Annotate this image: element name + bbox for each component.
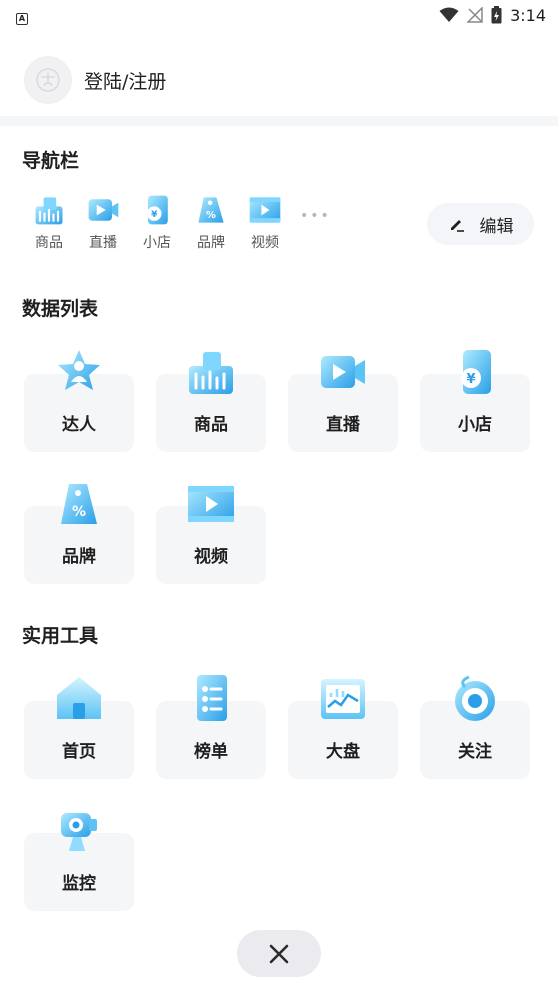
shop-yen-icon: ¥: [147, 195, 168, 225]
tool-card-label: 大盘: [326, 742, 360, 762]
shopping-bags-icon: [189, 352, 233, 394]
live-video-icon: [321, 356, 365, 388]
pencil-icon: [450, 220, 464, 232]
app-screen: A 3:14 登陆/注册 导航栏 商品 直播 ¥ 小店 % 品牌 视频 ••• …: [0, 0, 558, 992]
shopping-bags-icon: [35, 197, 63, 225]
tool-card-label: 首页: [62, 742, 96, 762]
close-icon: [269, 944, 289, 963]
tool-card-label: 榜单: [194, 742, 228, 762]
video-film-icon: [249, 197, 281, 223]
tool-card-monitor[interactable]: 监控: [24, 813, 134, 911]
data-card-label: 小店: [458, 415, 492, 435]
status-right: 3:14: [439, 6, 546, 25]
tool-card-label: 监控: [62, 874, 96, 894]
battery-charging-icon: [491, 6, 502, 24]
wifi-icon: [439, 7, 459, 22]
edit-button[interactable]: 编辑: [427, 203, 534, 245]
no-signal-icon: [467, 7, 483, 23]
nav-item-goods[interactable]: 商品: [22, 192, 76, 252]
more-dots-icon[interactable]: •••: [300, 208, 331, 224]
market-chart-icon: [321, 679, 365, 719]
tools-section-title: 实用工具: [22, 625, 99, 647]
nav-item-label: 小店: [143, 235, 171, 251]
tool-card-label: 关注: [458, 742, 492, 762]
brand-tag-icon: %: [61, 484, 97, 524]
login-row[interactable]: 登陆/注册: [0, 50, 558, 110]
data-card-brand[interactable]: % 品牌: [24, 484, 134, 584]
svg-text:¥: ¥: [151, 210, 158, 220]
nav-item-live[interactable]: 直播: [76, 192, 130, 252]
nav-item-label: 直播: [89, 235, 117, 251]
data-list-section-title: 数据列表: [22, 298, 99, 320]
status-left: A: [16, 6, 28, 25]
data-card-label: 品牌: [62, 547, 96, 567]
data-card-shop[interactable]: ¥ 小店: [420, 350, 530, 452]
nav-item-video[interactable]: 视频: [238, 192, 292, 252]
nav-item-label: 品牌: [197, 235, 225, 251]
live-video-icon: [88, 199, 119, 221]
close-button[interactable]: [237, 930, 321, 977]
svg-text:%: %: [206, 210, 216, 221]
status-bar: A 3:14: [0, 0, 558, 30]
tool-card-ranking[interactable]: 榜单: [156, 675, 266, 779]
data-card-label: 直播: [326, 415, 360, 435]
video-film-icon: [188, 486, 234, 522]
data-card-video[interactable]: 视频: [156, 486, 266, 584]
nav-item-label: 商品: [35, 235, 63, 251]
brand-tag-icon: %: [198, 197, 224, 223]
avatar[interactable]: [24, 56, 72, 104]
data-card-label: 视频: [194, 547, 228, 567]
status-time: 3:14: [510, 5, 546, 25]
login-register-link[interactable]: 登陆/注册: [84, 67, 166, 94]
notification-a-icon: A: [16, 12, 28, 25]
avatar-placeholder-icon: [36, 68, 60, 92]
follow-target-icon: [455, 675, 495, 721]
data-card-goods[interactable]: 商品: [156, 352, 266, 452]
nav-shortcuts: 商品 直播 ¥ 小店 % 品牌 视频 •••: [22, 192, 331, 252]
nav-item-label: 视频: [251, 235, 279, 251]
data-card-label: 达人: [62, 415, 96, 435]
section-divider: [0, 116, 558, 126]
tool-card-follow[interactable]: 关注: [420, 675, 530, 779]
shop-yen-icon: ¥: [461, 350, 491, 394]
tool-card-market[interactable]: 大盘: [288, 679, 398, 779]
monitor-camera-icon: [61, 813, 97, 851]
influencer-star-icon: [58, 350, 100, 390]
edit-button-label: 编辑: [479, 216, 514, 237]
tool-card-home[interactable]: 首页: [24, 677, 134, 779]
ranking-list-icon: [197, 675, 227, 721]
nav-item-brand[interactable]: % 品牌: [184, 192, 238, 252]
data-card-label: 商品: [194, 415, 228, 435]
nav-item-shop[interactable]: ¥ 小店: [130, 192, 184, 252]
data-card-live[interactable]: 直播: [288, 356, 398, 452]
data-card-influencer[interactable]: 达人: [24, 350, 134, 452]
nav-section-title: 导航栏: [22, 150, 80, 172]
svg-text:¥: ¥: [466, 372, 475, 387]
svg-text:%: %: [72, 504, 86, 520]
home-icon: [57, 677, 101, 719]
